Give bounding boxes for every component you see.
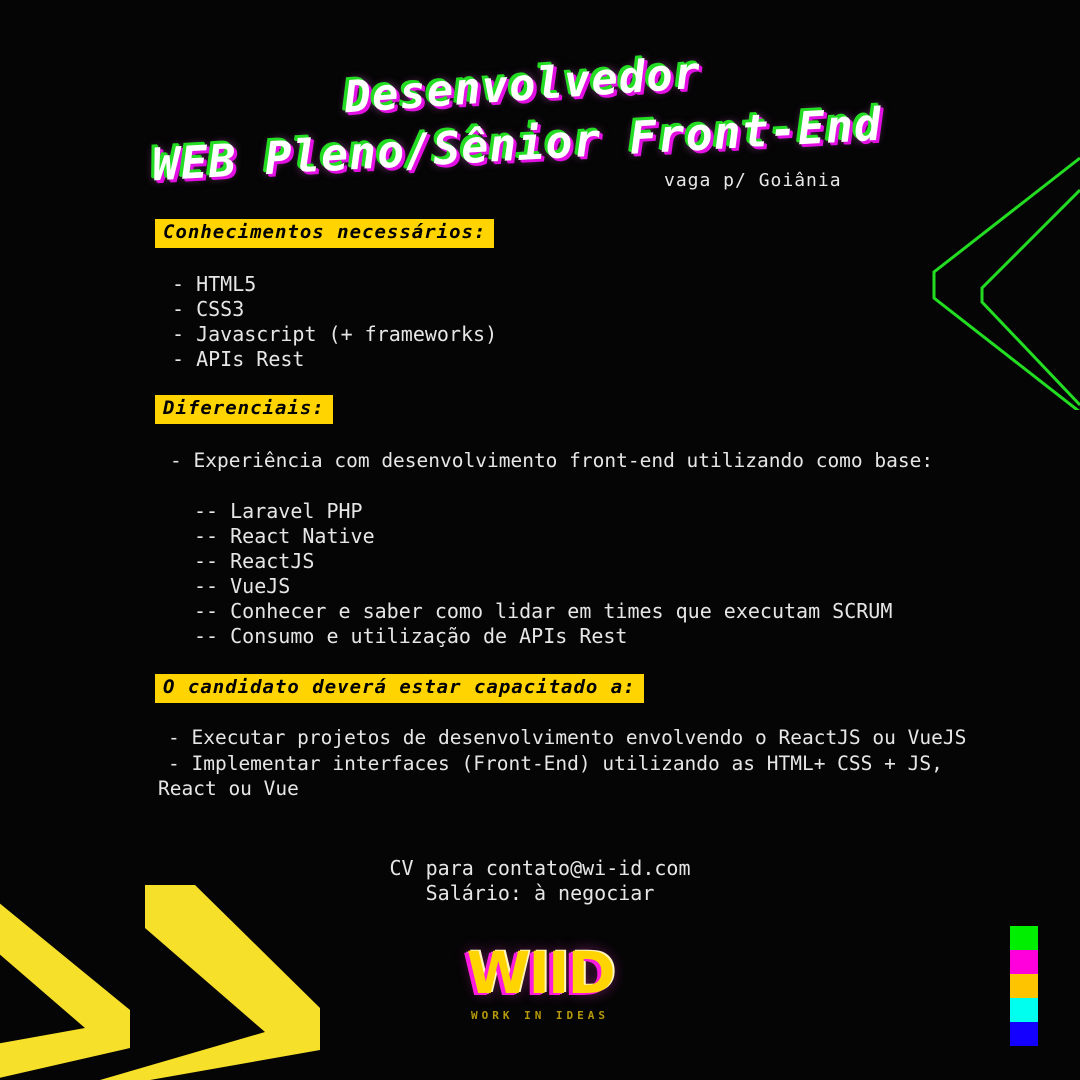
company-logo: WIID WORK IN IDEAS bbox=[0, 944, 1080, 1022]
swatch-blue bbox=[1010, 1022, 1038, 1046]
heading-diferenciais: Diferenciais: bbox=[155, 395, 333, 424]
swatch-magenta bbox=[1010, 950, 1038, 974]
swatch-cyan bbox=[1010, 998, 1038, 1022]
job-posting-poster: Desenvolvedor WEB Pleno/Sênior Front-End… bbox=[0, 0, 1080, 1080]
diferenciais-intro: - Experiência com desenvolvimento front-… bbox=[170, 449, 934, 472]
capacitado-item-2: - Implementar interfaces (Front-End) uti… bbox=[158, 751, 943, 801]
swatch-green bbox=[1010, 926, 1038, 950]
list-conhecimentos: - HTML5 - CSS3 - Javascript (+ framework… bbox=[172, 272, 498, 371]
list-capacitado: - Executar projetos de desenvolvimento e… bbox=[158, 725, 968, 802]
logo-wordmark: WIID bbox=[466, 939, 615, 1007]
contact-salary-line: Salário: à negociar bbox=[425, 881, 655, 905]
color-swatch-strip bbox=[1010, 926, 1038, 1046]
green-chevron-decoration bbox=[920, 150, 1080, 414]
poster-title: Desenvolvedor WEB Pleno/Sênior Front-End bbox=[0, 34, 1080, 192]
green-chevron-icon bbox=[932, 156, 1080, 414]
heading-candidato: O candidato deverá estar capacitado a: bbox=[155, 674, 644, 703]
swatch-gold bbox=[1010, 974, 1038, 998]
list-diferenciais: -- Laravel PHP -- React Native -- ReactJ… bbox=[194, 499, 893, 648]
location-note: vaga p/ Goiânia bbox=[664, 170, 842, 191]
heading-conhecimentos: Conhecimentos necessários: bbox=[155, 219, 495, 248]
contact-email-line: CV para contato@wi-id.com bbox=[389, 856, 691, 880]
logo-tagline: WORK IN IDEAS bbox=[470, 1009, 610, 1022]
contact-block: CV para contato@wi-id.com Salário: à neg… bbox=[0, 856, 1080, 906]
capacitado-item-1: - Executar projetos de desenvolvimento e… bbox=[168, 726, 967, 749]
